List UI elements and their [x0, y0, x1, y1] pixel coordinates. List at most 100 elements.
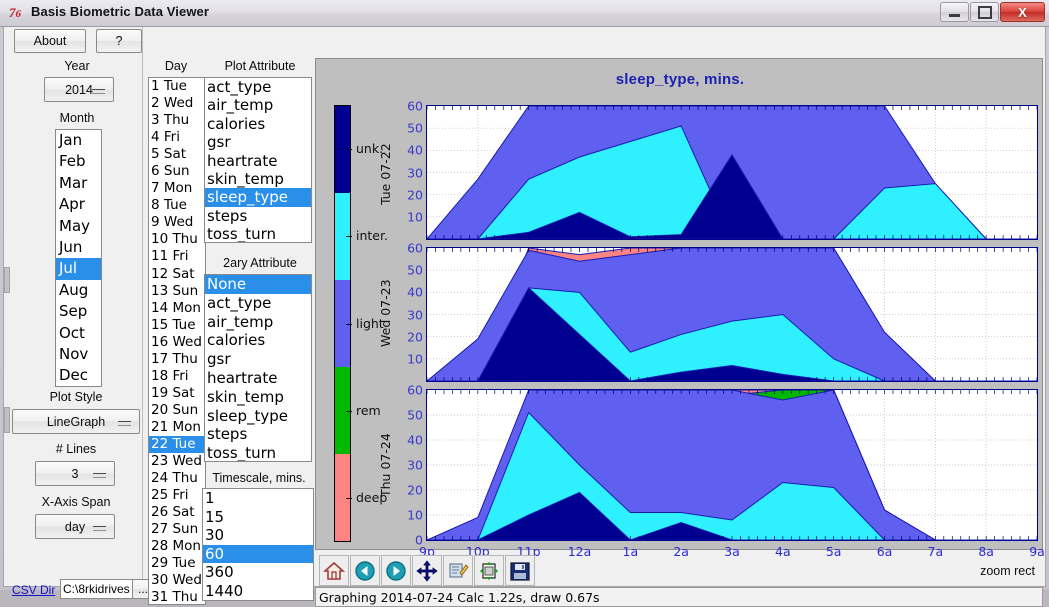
chart-panel-2[interactable]: 0 10 20 30 40 50 60 9p 10p 11p 12a 1a 2a 3a 4a 5a 6a 7a 8a…	[407, 383, 1045, 560]
secondary-attribute-item[interactable]: act_type	[205, 294, 311, 313]
day-list-item[interactable]: 8 Tue	[149, 197, 205, 214]
day-list-item[interactable]: 18 Fri	[149, 368, 205, 385]
day-list-item[interactable]: 13 Sun	[149, 283, 205, 300]
month-list-item[interactable]: Dec	[56, 365, 101, 386]
home-button[interactable]	[319, 555, 349, 586]
day-list-item[interactable]: 30 Wed	[149, 572, 205, 589]
day-list-item[interactable]: 9 Wed	[149, 214, 205, 231]
month-list-item[interactable]: Aug	[56, 280, 101, 301]
secondary-attribute-item[interactable]: steps	[205, 425, 311, 444]
day-list-item[interactable]: 21 Mon	[149, 419, 205, 436]
day-list-item[interactable]: 26 Sat	[149, 504, 205, 521]
help-button[interactable]: ?	[96, 29, 142, 53]
month-list-item[interactable]: Sep	[56, 301, 101, 322]
day-list-item[interactable]: 27 Sun	[149, 521, 205, 538]
month-list-item[interactable]: Feb	[56, 151, 101, 172]
maximize-button[interactable]	[970, 2, 999, 22]
configure-subplots-button[interactable]	[443, 555, 473, 586]
plot-attribute-listbox[interactable]: act_type air_temp calories gsr heartrate skin…	[204, 77, 312, 243]
day-list-item[interactable]: 5 Sat	[149, 146, 205, 163]
edit-axis-button[interactable]	[474, 555, 504, 586]
timescale-item[interactable]: 1440	[203, 582, 313, 601]
x-axis-span-dropdown[interactable]: day	[35, 514, 115, 539]
month-listbox[interactable]: Jan Feb Mar Apr May Jun Jul Aug Sep Oct Nov Dec	[55, 129, 102, 387]
tk-feather-icon: 76	[9, 5, 21, 20]
plot-attribute-item[interactable]: skin_temp	[205, 170, 311, 188]
about-button[interactable]: About	[14, 29, 86, 53]
plot-style-dropdown[interactable]: LineGraph	[12, 409, 140, 434]
y-axis-tick-label: 50	[407, 262, 423, 278]
secondary-attribute-item[interactable]: calories	[205, 331, 311, 350]
plot-attribute-item[interactable]: air_temp	[205, 96, 311, 114]
secondary-attribute-item[interactable]: air_temp	[205, 313, 311, 332]
day-list-item[interactable]: 29 Tue	[149, 555, 205, 572]
timescale-item[interactable]: 15	[203, 508, 313, 527]
timescale-item[interactable]: 360	[203, 563, 313, 582]
month-list-item[interactable]: Oct	[56, 323, 101, 344]
application-window: 76 Basis Biometric Data Viewer X About ?…	[0, 0, 1049, 607]
month-list-item[interactable]: Mar	[56, 173, 101, 194]
timescale-item[interactable]: 1	[203, 489, 313, 508]
back-button[interactable]	[350, 555, 380, 586]
day-list-scroll-nub[interactable]	[4, 267, 10, 293]
day-list-item[interactable]: 3 Thu	[149, 112, 205, 129]
month-list-item[interactable]: Apr	[56, 194, 101, 215]
secondary-attribute-item[interactable]: gsr	[205, 350, 311, 369]
month-list-item[interactable]: Jul	[56, 258, 101, 280]
day-list-item[interactable]: 23 Wed	[149, 453, 205, 470]
day-list-item[interactable]: 28 Mon	[149, 538, 205, 555]
day-list-item[interactable]: 19 Sat	[149, 385, 205, 402]
day-list-item[interactable]: 2 Wed	[149, 95, 205, 112]
timescale-item[interactable]: 30	[203, 526, 313, 545]
day-list-item[interactable]: 31 Thu	[149, 589, 205, 604]
month-list-item[interactable]: Nov	[56, 344, 101, 365]
secondary-attribute-item[interactable]: skin_temp	[205, 388, 311, 407]
day-listbox[interactable]: 1 Tue 2 Wed 3 Thu 4 Fri 5 Sat 6 Sun 7 Mon 8 Tue…	[148, 77, 206, 605]
plot-attribute-item[interactable]: steps	[205, 207, 311, 225]
day-list-item[interactable]: 20 Sun	[149, 402, 205, 419]
month-list-item[interactable]: May	[56, 216, 101, 237]
csv-dir-input[interactable]: C:\8rkidrives	[60, 579, 135, 599]
plot-attribute-item[interactable]: gsr	[205, 133, 311, 151]
secondary-attribute-item[interactable]: toss_turn	[205, 444, 311, 461]
day-list-item[interactable]: 1 Tue	[149, 78, 205, 95]
plot-attribute-item[interactable]: act_type	[205, 78, 311, 96]
month-list-item[interactable]: Jun	[56, 237, 101, 258]
day-list-item[interactable]: 15 Tue	[149, 317, 205, 334]
secondary-attribute-item[interactable]: None	[205, 275, 311, 294]
timescale-listbox[interactable]: 1 15 30 60 360 1440	[202, 488, 314, 601]
timescale-item[interactable]: 60	[203, 544, 313, 563]
save-floppy-icon	[510, 561, 530, 581]
secondary-attribute-item[interactable]: sleep_type	[205, 407, 311, 426]
day-list-item[interactable]: 25 Fri	[149, 487, 205, 504]
day-list-item[interactable]: 10 Thu	[149, 231, 205, 248]
chart-panel-0[interactable]: 10 20 30 40 50 60	[407, 99, 1038, 240]
year-dropdown[interactable]: 2014	[44, 77, 114, 102]
day-list-item[interactable]: 4 Fri	[149, 129, 205, 146]
day-list-item[interactable]: 24 Thu	[149, 470, 205, 487]
forward-button[interactable]	[381, 555, 411, 586]
minimize-button[interactable]	[940, 2, 969, 22]
day-list-item[interactable]: 14 Mon	[149, 300, 205, 317]
chart-panel-1[interactable]: 10 20 30 40 50 60	[407, 241, 1038, 382]
plot-attribute-item[interactable]: sleep_type	[205, 188, 311, 207]
day-list-item[interactable]: 6 Sun	[149, 163, 205, 180]
secondary-attribute-item[interactable]: heartrate	[205, 369, 311, 388]
plot-attribute-item[interactable]: heartrate	[205, 152, 311, 170]
plot-attribute-item[interactable]: calories	[205, 115, 311, 133]
csv-dir-link[interactable]: CSV Dir	[12, 583, 55, 597]
day-list-item[interactable]: 22 Tue	[149, 435, 205, 454]
save-button[interactable]	[505, 555, 535, 586]
panel-scroll-nub[interactable]	[4, 407, 10, 433]
month-list-item[interactable]: Jan	[56, 130, 101, 151]
day-list-item[interactable]: 11 Fri	[149, 248, 205, 265]
close-button[interactable]: X	[1000, 2, 1045, 22]
pan-button[interactable]	[412, 555, 442, 586]
day-list-item[interactable]: 17 Thu	[149, 351, 205, 368]
day-list-item[interactable]: 12 Sat	[149, 266, 205, 283]
day-list-item[interactable]: 7 Mon	[149, 180, 205, 197]
num-lines-dropdown[interactable]: 3	[35, 461, 115, 486]
day-list-item[interactable]: 16 Wed	[149, 334, 205, 351]
secondary-attribute-listbox[interactable]: None act_type air_temp calories gsr heartrate…	[204, 274, 312, 462]
plot-attribute-item[interactable]: toss_turn	[205, 225, 311, 242]
